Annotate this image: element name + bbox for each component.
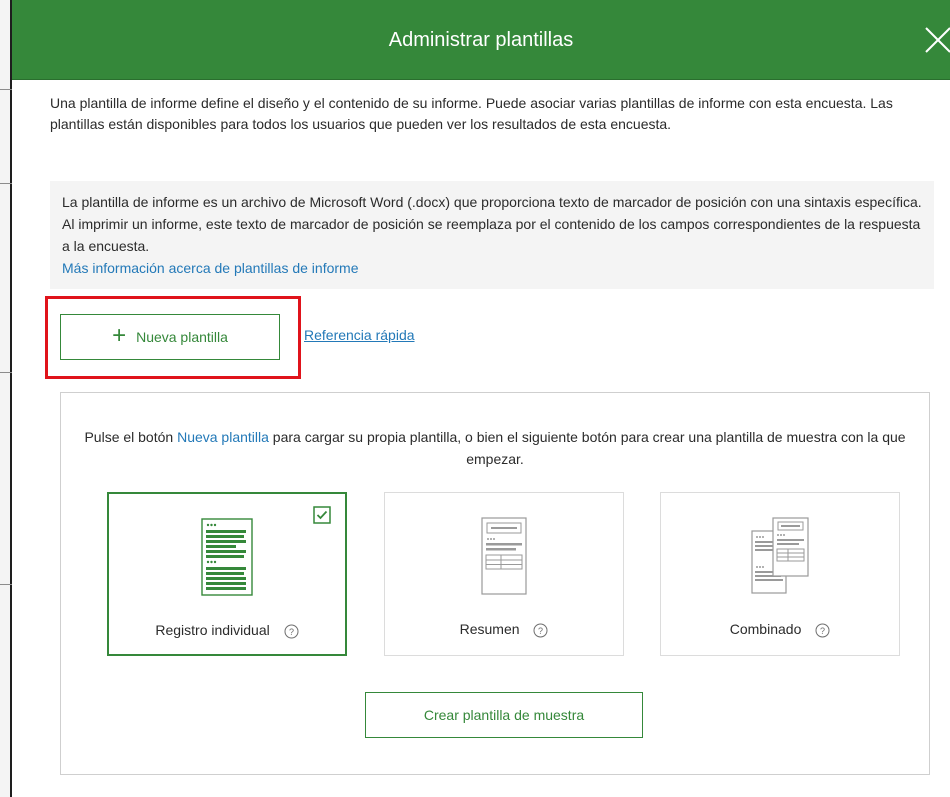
svg-text:?: ? [820,626,825,636]
plus-icon: + [112,322,127,349]
svg-text:?: ? [289,627,294,637]
close-button[interactable] [920,22,950,56]
card-label: Combinado [729,621,802,637]
help-icon[interactable]: ? [815,623,830,638]
quick-reference-link[interactable]: Referencia rápida [304,327,415,343]
intro-text: Una plantilla de informe define el diseñ… [50,95,893,132]
sample-card-combined[interactable]: Combinado ? [660,492,900,656]
close-icon [925,27,950,53]
summary-icon [481,517,527,595]
info-text: La plantilla de informe es un archivo de… [62,194,922,254]
sample-card-summary[interactable]: Resumen ? [384,492,624,656]
combined-icon [751,517,809,594]
instruction-link-text: Nueva plantilla [177,429,269,445]
svg-text:?: ? [538,626,543,636]
dialog-title: Administrar plantillas [388,29,574,51]
info-box: La plantilla de informe es un archivo de… [50,181,934,289]
background-window-edge [0,0,12,797]
new-template-button[interactable]: + Nueva plantilla [60,314,280,360]
sample-templates-panel: Pulse el botón Nueva plantilla para carg… [60,392,930,775]
card-label: Resumen [459,621,520,637]
sample-card-individual[interactable]: Registro individual ? [107,492,347,656]
checkbox-checked-icon[interactable] [313,506,331,524]
individual-record-icon [201,518,253,596]
help-icon[interactable]: ? [533,623,548,638]
card-label: Registro individual [155,622,270,638]
new-template-label: Nueva plantilla [136,329,228,345]
sample-instructions: Pulse el botón Nueva plantilla para carg… [84,429,906,467]
dialog-header: Administrar plantillas [12,0,950,80]
help-icon[interactable]: ? [284,624,299,639]
manage-templates-dialog: Administrar plantillas Una plantilla de … [12,0,950,797]
create-sample-template-button[interactable]: Crear plantilla de muestra [365,692,643,738]
learn-more-link[interactable]: Más información acerca de plantillas de … [62,257,922,279]
